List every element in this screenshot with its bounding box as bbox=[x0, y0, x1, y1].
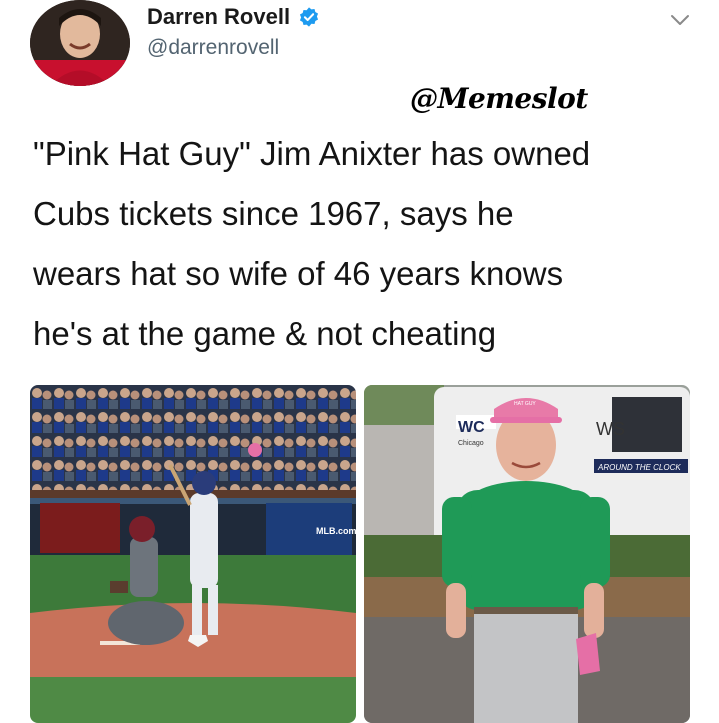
baseball-scene-image: MLB.com bbox=[30, 385, 356, 723]
author-name[interactable]: Darren Rovell bbox=[147, 4, 290, 30]
media-photo-baseball[interactable]: MLB.com bbox=[30, 385, 356, 723]
profile-avatar-image bbox=[30, 0, 130, 86]
pink-hat-guy-image: WC Chicago WS AROUND THE CLOCK HAT GUY bbox=[364, 385, 690, 723]
van-text-around-the-clock: AROUND THE CLOCK bbox=[597, 463, 681, 472]
tweet-text: "Pink Hat Guy" Jim Anixter has owned Cub… bbox=[33, 124, 693, 364]
tweet-line: wears hat so wife of 46 years knows bbox=[33, 255, 564, 292]
author-handle[interactable]: @darrenrovell bbox=[147, 36, 279, 60]
media-photo-pink-hat-guy[interactable]: WC Chicago WS AROUND THE CLOCK HAT GUY bbox=[364, 385, 690, 723]
van-text-ws: WS bbox=[596, 419, 625, 439]
verified-badge-icon bbox=[299, 7, 319, 27]
tweet-line: Cubs tickets since 1967, says he bbox=[33, 195, 514, 232]
van-text-chicago: Chicago bbox=[458, 440, 484, 447]
mlb-sign-text: MLB.com bbox=[316, 526, 356, 536]
avatar[interactable] bbox=[30, 0, 130, 86]
hat-text: HAT GUY bbox=[514, 401, 536, 407]
tweet-line: "Pink Hat Guy" Jim Anixter has owned bbox=[33, 135, 591, 172]
chevron-down-icon[interactable] bbox=[668, 8, 692, 32]
tweet-line: he's at the game & not cheating bbox=[33, 315, 497, 352]
van-text-wc: WC bbox=[458, 419, 485, 436]
watermark: @Memeslot bbox=[410, 82, 588, 115]
